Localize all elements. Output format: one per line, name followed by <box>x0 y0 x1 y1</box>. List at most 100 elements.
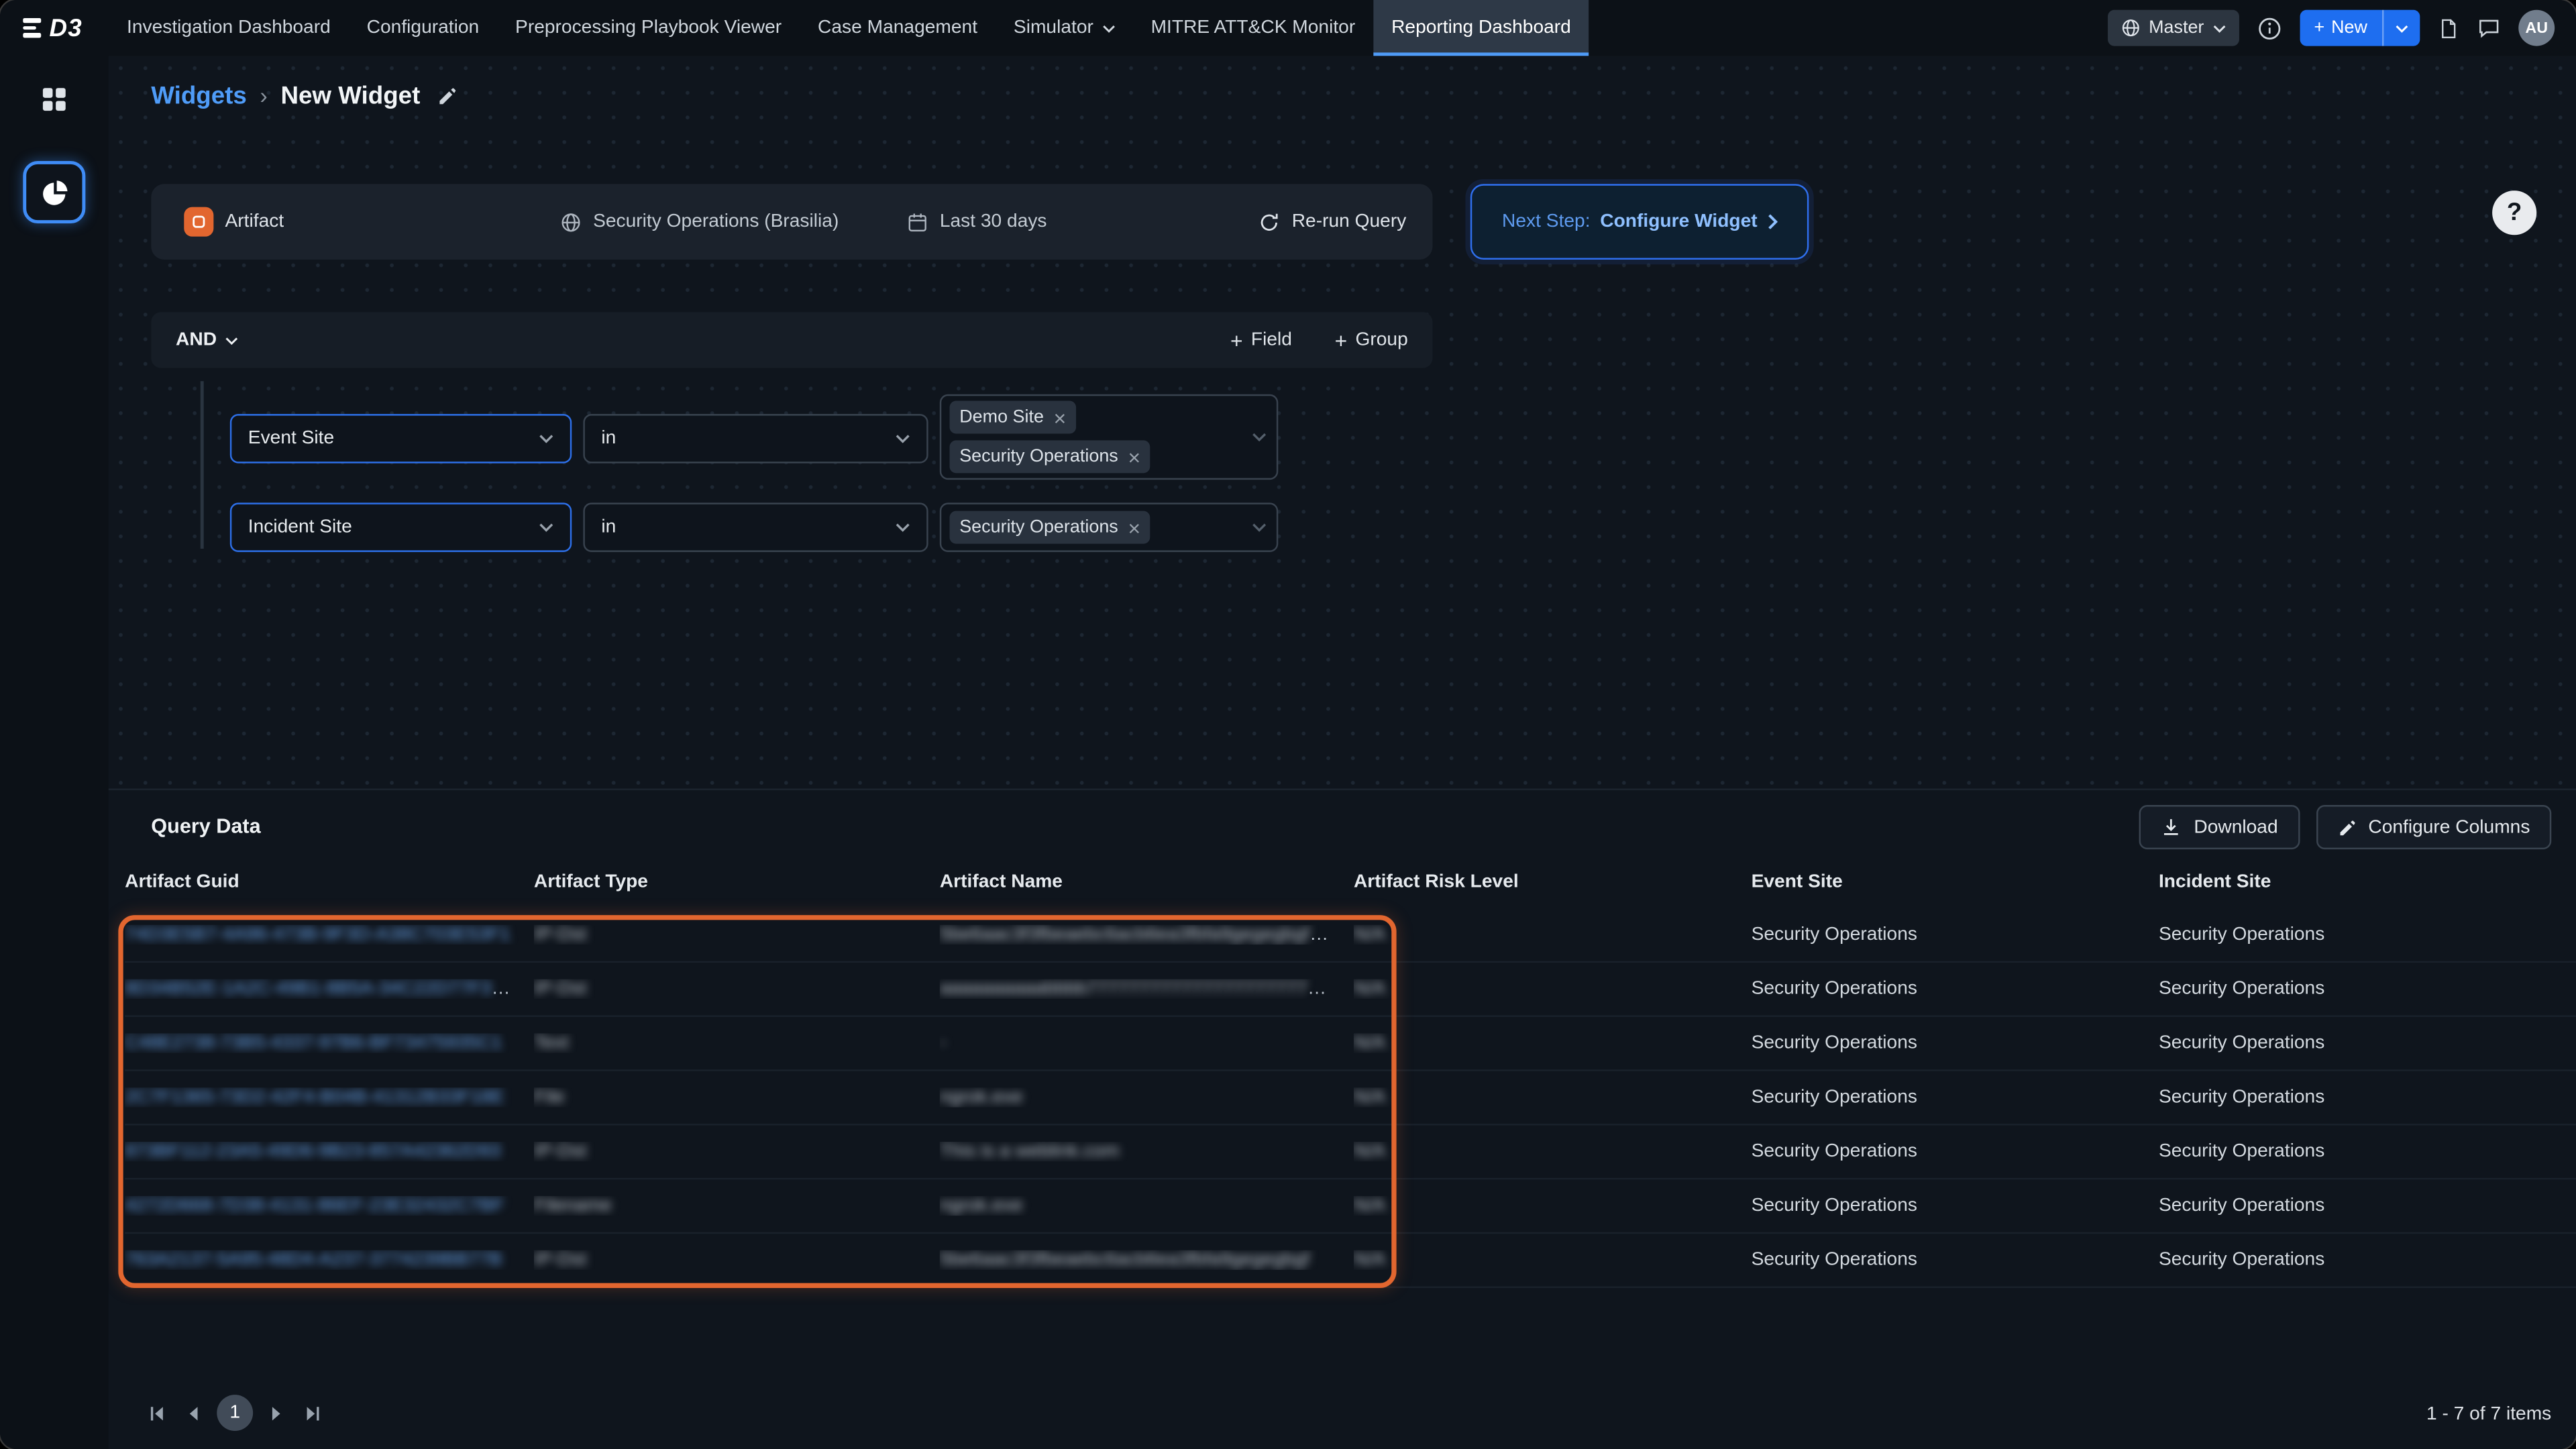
globe-icon <box>560 211 582 233</box>
col-artifact-type: Artifact Type <box>534 872 940 892</box>
chevron-down-icon <box>1252 432 1267 442</box>
remove-icon[interactable]: × <box>1054 407 1067 428</box>
table-row[interactable]: 763A2137-5A95-48D4-A237-3774239BB77B IP-… <box>125 1234 2576 1288</box>
page-title: New Widget <box>280 81 420 109</box>
first-page-icon[interactable] <box>145 1401 170 1426</box>
info-icon[interactable] <box>2257 15 2282 40</box>
pagination-summary: 1 - 7 of 7 items <box>2426 1405 2551 1424</box>
cell-artifact-guid[interactable]: C48E2738-73B5-4337-97B6-BF73475935C1 <box>125 1033 502 1053</box>
cell-event-site: Security Operations <box>1752 1250 2159 1270</box>
remove-icon[interactable]: × <box>1128 517 1140 538</box>
filter-field-select-incident-site[interactable]: Incident Site <box>230 502 572 551</box>
plus-icon: + <box>1230 328 1243 353</box>
chat-icon[interactable] <box>2477 16 2500 39</box>
configure-columns-button[interactable]: Configure Columns <box>2316 805 2551 849</box>
master-selector[interactable]: Master <box>2108 10 2239 46</box>
cell-event-site: Security Operations <box>1752 1087 2159 1107</box>
breadcrumb-widgets-link[interactable]: Widgets <box>151 81 247 109</box>
help-button[interactable]: ? <box>2492 191 2536 235</box>
download-button[interactable]: Download <box>2140 805 2300 849</box>
cell-artifact-risk-level: N/A <box>1354 925 1385 945</box>
filter-field-select-event-site[interactable]: Event Site <box>230 414 572 463</box>
cell-artifact-risk-level: N/A <box>1354 1142 1385 1161</box>
widgets-pie-icon[interactable] <box>23 161 85 223</box>
filter-operator-select-2[interactable]: in <box>583 502 928 551</box>
document-icon[interactable] <box>2438 15 2459 40</box>
cell-artifact-name: 5be6aac3f3fbeaebc6acb6ea3fbfa9gegegbgfba… <box>940 925 1341 945</box>
dataset-selector[interactable]: Artifact <box>184 184 284 260</box>
cell-artifact-type: IP-Dst <box>534 925 586 945</box>
chevron-down-icon <box>2212 24 2226 32</box>
add-field-button[interactable]: + Field <box>1230 328 1292 353</box>
cell-artifact-name: ngrok.exe <box>940 1087 1023 1107</box>
remove-icon[interactable]: × <box>1128 446 1140 468</box>
next-page-icon[interactable] <box>264 1401 289 1426</box>
nav-preprocessing-playbook-viewer[interactable]: Preprocessing Playbook Viewer <box>497 0 800 56</box>
cell-artifact-guid[interactable]: 74D3E5B7-4A96-473B-9F3D-A38C703E53F1 <box>125 925 511 945</box>
value-chip-security-operations: Security Operations × <box>950 511 1150 544</box>
nav-configuration[interactable]: Configuration <box>349 0 497 56</box>
avatar[interactable]: AU <box>2518 10 2555 46</box>
edit-pencil-icon[interactable] <box>437 85 458 106</box>
next-step-button[interactable]: Next Step: Configure Widget <box>1470 184 1809 260</box>
new-button-dropdown[interactable] <box>2383 10 2420 46</box>
logo-text: D3 <box>49 14 82 42</box>
artifact-icon <box>184 207 213 237</box>
nav-investigation-dashboard[interactable]: Investigation Dashboard <box>109 0 349 56</box>
cell-artifact-type: Text <box>534 1033 569 1053</box>
site-selector[interactable]: Security Operations (Brasilia) <box>560 184 839 260</box>
cell-artifact-risk-level: N/A <box>1354 979 1385 999</box>
chevron-down-icon <box>225 336 238 344</box>
cell-incident-site: Security Operations <box>2159 1250 2576 1270</box>
cell-artifact-guid[interactable]: 4272D668-7D38-4131-86EF-23E32432C7BF <box>125 1196 504 1216</box>
cell-artifact-guid[interactable]: 2C7F1365-73D2-42F4-B04B-41312B33F18E <box>125 1087 504 1107</box>
and-operator-dropdown[interactable]: AND <box>176 330 238 350</box>
date-range-selector[interactable]: Last 30 days <box>907 184 1047 260</box>
add-group-button[interactable]: + Group <box>1335 328 1408 353</box>
cell-artifact-guid[interactable]: 763A2137-5A95-48D4-A237-3774239BB77B <box>125 1250 502 1270</box>
table-row[interactable]: 2C7F1365-73D2-42F4-B04B-41312B33F18E Fil… <box>125 1071 2576 1126</box>
cell-artifact-risk-level: N/A <box>1354 1033 1385 1053</box>
cell-artifact-name: This is a weblink.com <box>940 1142 1120 1161</box>
chevron-down-icon <box>539 434 553 444</box>
cell-incident-site: Security Operations <box>2159 979 2576 999</box>
cell-artifact-risk-level: N/A <box>1354 1250 1385 1270</box>
nav-case-management[interactable]: Case Management <box>800 0 996 56</box>
nav-mitre-attack-monitor[interactable]: MITRE ATT&CK Monitor <box>1133 0 1374 56</box>
cell-incident-site: Security Operations <box>2159 1033 2576 1053</box>
rerun-query-button[interactable]: Re-run Query <box>1259 184 1407 260</box>
last-page-icon[interactable] <box>301 1401 325 1426</box>
table-row[interactable]: 873BF112-23A5-49D6-9B23-857A42362D93 IP-… <box>125 1126 2576 1180</box>
table-row[interactable]: 8D34B52E-1A2C-49B1-8B5A-34C22D77F3E8 IP-… <box>125 963 2576 1017</box>
table-row[interactable]: C48E2738-73B5-4337-97B6-BF73475935C1 Tex… <box>125 1017 2576 1071</box>
filter-operator-select-1[interactable]: in <box>583 414 928 463</box>
table-row[interactable]: 74D3E5B7-4A96-473B-9F3D-A38C703E53F1 IP-… <box>125 908 2576 963</box>
cell-event-site: Security Operations <box>1752 1033 2159 1053</box>
page-number[interactable]: 1 <box>217 1395 253 1431</box>
chevron-down-icon <box>1252 523 1267 533</box>
col-incident-site: Incident Site <box>2159 872 2576 892</box>
value-chip-security-operations: Security Operations × <box>950 440 1150 473</box>
query-summary-bar: Artifact Security Operations (Brasilia) … <box>151 184 1432 260</box>
calendar-icon <box>907 211 928 233</box>
d3-logo[interactable]: D3 <box>23 14 83 42</box>
table-body: 74D3E5B7-4A96-473B-9F3D-A38C703E53F1 IP-… <box>125 908 2576 1288</box>
cell-artifact-risk-level: N/A <box>1354 1196 1385 1216</box>
new-button[interactable]: + New <box>2299 10 2420 46</box>
value-chip-demo-site: Demo Site × <box>950 401 1076 434</box>
cell-event-site: Security Operations <box>1752 925 2159 945</box>
nav-reporting-dashboard[interactable]: Reporting Dashboard <box>1373 0 1589 56</box>
cell-artifact-guid[interactable]: 873BF112-23A5-49D6-9B23-857A42362D93 <box>125 1142 500 1161</box>
previous-page-icon[interactable] <box>180 1401 205 1426</box>
nav-simulator[interactable]: Simulator <box>996 0 1133 56</box>
filter-values-select-1[interactable]: Demo Site × Security Operations × <box>940 394 1278 480</box>
filter-values-select-2[interactable]: Security Operations × <box>940 502 1278 551</box>
cell-artifact-name: - <box>940 1033 946 1053</box>
dashboard-grid-icon[interactable] <box>40 85 68 113</box>
cell-artifact-guid[interactable]: 8D34B52E-1A2C-49B1-8B5A-34C22D77F3E8 <box>125 979 515 999</box>
table-row[interactable]: 4272D668-7D38-4131-86EF-23E32432C7BF Fil… <box>125 1179 2576 1234</box>
chevron-down-icon <box>539 523 553 533</box>
cell-artifact-type: IP-Dst <box>534 1142 586 1161</box>
cell-incident-site: Security Operations <box>2159 1087 2576 1107</box>
sidebar <box>0 56 109 1449</box>
